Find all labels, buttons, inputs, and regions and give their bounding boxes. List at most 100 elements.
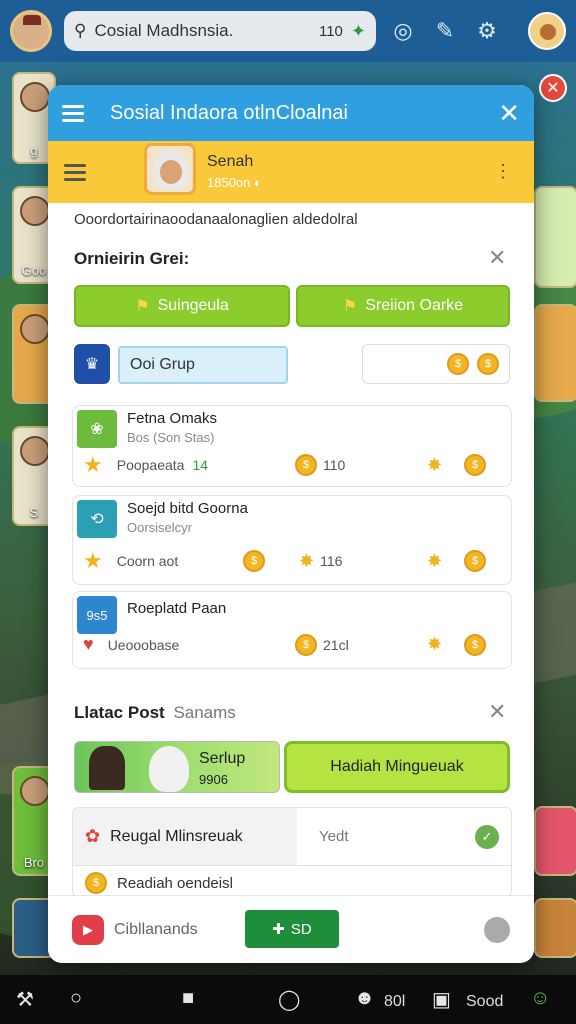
menu-icon[interactable] [64, 163, 86, 181]
nav-count-b: Sood [466, 993, 504, 1010]
card-sub: Oorsiselcyr [127, 520, 193, 535]
group-card[interactable]: ❀ Fetna Omaks Bos (Son Stas) ★ Poopaeata… [72, 405, 512, 487]
video-icon[interactable]: ▶ [72, 914, 104, 945]
card-label: Ueooobase [107, 636, 180, 653]
star-icon: ✸ [427, 454, 443, 475]
note-icon[interactable]: ▣ [432, 987, 451, 1012]
flag-icon: ⚑ [135, 298, 150, 315]
top-bar: ⚲ Cosial Madhsnsia. 110 ✦ ◎ ✎ ⚙ [0, 0, 576, 62]
plus-icon: ✚ [272, 921, 285, 938]
side-character-card-right[interactable] [534, 806, 576, 876]
list-item[interactable]: $ Readiah oendeisl [73, 866, 511, 896]
system-nav-bar: ⚒ ○ ■ ◯ ☻ 80l ▣ Sood ☺ [0, 975, 576, 1024]
tools-icon[interactable]: ⚒ [16, 987, 34, 1012]
card-value-wrap: ✸ 116 [299, 551, 342, 572]
smile-icon[interactable]: ☺ [530, 987, 550, 1010]
list-item-value: Yedt [319, 828, 349, 845]
description: Ooordortairinaoodanaalonaglien aldedolra… [74, 211, 358, 228]
leaf-icon: ✦ [350, 20, 366, 41]
star-icon: ★ [83, 452, 103, 477]
side-label: Bro [23, 855, 45, 870]
list-item[interactable]: ✿ Reugal Mlinsreuak Yedt ✓ [73, 808, 511, 866]
friend-avatar[interactable] [528, 12, 566, 50]
gift-icon: ✿ [85, 826, 101, 846]
nav-count-a: 80l [384, 993, 406, 1010]
coin-icon: $ [295, 454, 317, 476]
profile-bar: Senah 1850on ◐ ⋮ [48, 141, 534, 203]
card-sub: Bos (Son Stas) [127, 430, 215, 445]
search-icon[interactable]: ○ [70, 987, 82, 1010]
section2-title: Llatac Post Sanams [74, 703, 236, 723]
card-rewards: ✸ $ [427, 454, 487, 476]
card-name: Fetna Omaks [127, 410, 218, 427]
section-title: Ornieirin Grei: [74, 249, 190, 268]
collapse-icon[interactable]: ✕ [488, 699, 506, 725]
card-value-group: $ 21cl [295, 633, 349, 656]
group-icon[interactable]: ☻ [354, 987, 375, 1010]
circle-icon[interactable]: ◯ [278, 987, 300, 1012]
profile-picture[interactable] [144, 143, 196, 195]
group-card[interactable]: ⟲ Soejd bitd Goorna Oorsiselcyr ★ Coorn … [72, 495, 512, 585]
search-bar[interactable]: ⚲ Cosial Madhsnsia. 110 ✦ [64, 11, 376, 51]
rocket-icon[interactable]: ✎ [430, 16, 460, 46]
shield-icon: ♛ [74, 344, 110, 384]
list-item-label: Reugal Mlinsreuak [110, 827, 243, 845]
card-value-group: $ ✸ 116 [243, 550, 342, 572]
card-label: Poopaeata [116, 457, 185, 473]
coin-box[interactable]: $ $ [362, 344, 510, 384]
star-icon: ★ [83, 548, 103, 573]
modal-title: Sosial Indaora otlnCloalnai [110, 101, 348, 124]
star-icon: ✸ [299, 550, 315, 571]
list-item-label: Readiah oendeisl [117, 874, 233, 892]
close-badge-icon[interactable]: ✕ [539, 74, 567, 102]
card-rewards: ✸ $ [427, 550, 487, 572]
card-row: ★ Poopaeata 14 $ 110 ✸ $ [83, 452, 501, 478]
profile-sub: 1850on ◐ [207, 175, 262, 190]
group-tile: 9s5 [77, 596, 117, 634]
bottom-label: Cibllanands [114, 920, 198, 938]
button-label: Sreiion Oarke [365, 297, 464, 314]
side-character-card-right[interactable] [534, 304, 576, 402]
check-icon[interactable]: ✓ [475, 824, 499, 849]
side-tile-right[interactable] [534, 898, 576, 958]
close-section-icon[interactable]: ✕ [488, 245, 506, 271]
character-image [89, 746, 125, 790]
hadiah-button[interactable]: Hadiah Mingueuak [284, 741, 510, 793]
gear-icon[interactable]: ⚙ [472, 16, 502, 46]
card-label-extra: 14 [192, 457, 209, 473]
group-input[interactable]: Ooi Grup [118, 346, 288, 384]
profile-name: Senah [207, 153, 254, 170]
card-value: 110 [323, 457, 346, 473]
add-button[interactable]: ✚ SD [245, 910, 339, 948]
link-icon: ⟲ [77, 500, 117, 538]
coin-icon: $ [464, 633, 487, 656]
close-icon[interactable]: ✕ [498, 98, 520, 129]
search-icon[interactable]: ◎ [388, 16, 418, 46]
social-modal: Sosial Indaora otlnCloalnai ✕ Senah 1850… [48, 85, 534, 963]
banner-title: Serlup [199, 750, 246, 767]
section2-title-light: Sanams [173, 703, 236, 722]
card-value: 116 [320, 553, 343, 569]
flag-icon: ⚑ [342, 298, 358, 315]
heart-icon: ♥ [83, 634, 94, 654]
side-character-card-right[interactable] [534, 186, 576, 288]
character-image [149, 746, 189, 792]
user-icon[interactable] [484, 916, 510, 943]
card-name: Soejd bitd Goorna [127, 500, 248, 517]
card-row: ♥ Ueooobase $ 21cl ✸ $ [83, 633, 501, 656]
more-icon[interactable]: ⋮ [494, 161, 512, 182]
coin-icon: $ [295, 633, 317, 656]
player-avatar[interactable] [10, 10, 52, 52]
sreiion-oarke-button[interactable]: ⚑ Sreiion Oarke [296, 285, 510, 327]
home-square-icon[interactable]: ■ [182, 987, 194, 1010]
menu-icon[interactable] [62, 104, 84, 122]
group-card[interactable]: 9s5 Roeplatd Paan ♥ Ueooobase $ 21cl ✸ $ [72, 591, 512, 669]
setup-banner[interactable]: Serlup 9906 [74, 741, 280, 793]
card-value-group: $ 110 [295, 454, 345, 476]
banner-sub: 9906 [199, 772, 228, 787]
side-label: S [29, 505, 39, 520]
side-label: g [30, 143, 38, 158]
suingeula-button[interactable]: ⚑ Suingeula [74, 285, 290, 327]
search-icon: ⚲ [74, 21, 87, 40]
card-value: 21cl [323, 636, 349, 653]
